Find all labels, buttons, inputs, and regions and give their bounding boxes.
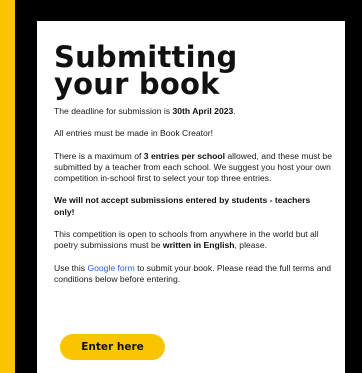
book-creator-text: All entries must be made in Book Creator… — [54, 128, 214, 139]
english-requirement-text: This competition is open to schools from… — [54, 229, 319, 251]
google-form-text: Use this Google form to submit your book… — [54, 262, 332, 284]
entries-text: There is a maximum of 3 entries per scho… — [54, 150, 332, 184]
deadline-text: The deadline for submission is 30th Apri… — [54, 106, 236, 116]
enter-here-button[interactable]: Enter here — [60, 334, 165, 360]
submission-card: Submitting your book The deadline for su… — [37, 21, 345, 373]
english-requirement: written in English — [162, 240, 235, 251]
teachers-only-warning: We will not accept submissions entered b… — [54, 195, 311, 217]
entries-limit: 3 entries per school — [143, 150, 225, 161]
page-title: Submitting your book — [54, 40, 238, 101]
google-form-link[interactable]: Google form — [87, 263, 134, 273]
deadline-date: 30th April 2023 — [172, 106, 234, 116]
